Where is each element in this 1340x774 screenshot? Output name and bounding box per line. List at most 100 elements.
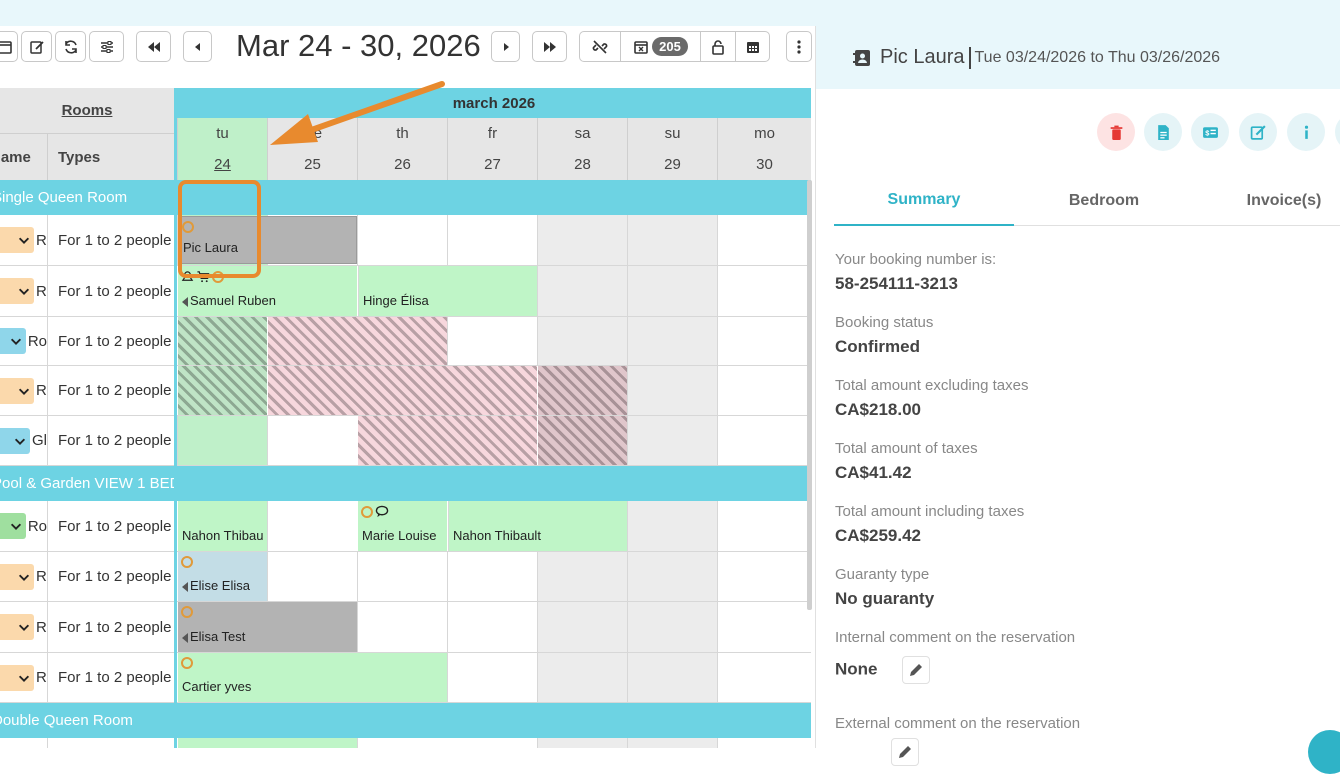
room-status-select[interactable] — [0, 614, 34, 640]
day-cell[interactable] — [717, 366, 811, 415]
day-cell[interactable] — [267, 501, 357, 551]
day-number-27[interactable]: 27 — [447, 149, 537, 180]
previous-week-button[interactable] — [136, 31, 171, 62]
floating-action-button[interactable] — [1308, 730, 1340, 774]
rooms-header-label[interactable]: Rooms — [62, 102, 113, 119]
booking-block[interactable]: Nahon Thibau — [178, 501, 267, 551]
day-cell[interactable] — [717, 215, 811, 265]
booking-block[interactable]: Nahon Thibault — [448, 501, 627, 551]
day-cell[interactable] — [447, 552, 537, 601]
room-name[interactable]: R — [36, 568, 47, 585]
filters-button[interactable] — [89, 31, 124, 62]
cancellations-button[interactable]: 205 — [620, 31, 700, 62]
day-cell[interactable] — [357, 602, 447, 652]
day-number-24[interactable]: 24 — [177, 149, 267, 180]
room-name[interactable]: R — [36, 232, 47, 249]
day-cell[interactable] — [267, 416, 357, 465]
day-number-29[interactable]: 29 — [627, 149, 717, 180]
lock-button[interactable] — [700, 31, 735, 62]
room-name[interactable]: R — [36, 382, 47, 399]
room-status-select[interactable] — [0, 328, 26, 354]
room-name[interactable]: R — [36, 619, 47, 636]
day-cell[interactable] — [627, 501, 717, 551]
room-name[interactable]: Ro — [28, 333, 47, 350]
day-cell[interactable] — [537, 738, 627, 748]
booking-block[interactable]: Cartier yves — [178, 653, 447, 702]
booking-block[interactable]: Elise Elisa — [178, 552, 267, 601]
tab-bedroom[interactable]: Bedroom — [1014, 176, 1194, 226]
day-cell[interactable] — [717, 738, 811, 748]
blocked-cell[interactable] — [268, 366, 537, 415]
delete-button[interactable] — [1097, 113, 1135, 151]
day-cell[interactable] — [537, 653, 627, 702]
month-view-button[interactable] — [735, 31, 770, 62]
edit-button[interactable] — [21, 31, 52, 62]
info-button[interactable] — [1287, 113, 1325, 151]
booking-block[interactable] — [178, 738, 357, 748]
day-cell[interactable] — [447, 653, 537, 702]
day-cell[interactable] — [447, 215, 537, 265]
edit-internal-comment-button[interactable] — [902, 656, 931, 684]
day-cell[interactable] — [537, 266, 627, 316]
room-status-select[interactable] — [0, 513, 26, 539]
document-button[interactable] — [1144, 113, 1182, 151]
day-cell[interactable] — [627, 266, 717, 316]
room-status-select[interactable] — [0, 664, 34, 691]
more-button[interactable] — [786, 31, 812, 62]
day-number-28[interactable]: 28 — [537, 149, 627, 180]
payment-button[interactable]: $ — [1191, 113, 1229, 151]
tab-invoices[interactable]: Invoice(s) — [1194, 176, 1340, 226]
tab-summary[interactable]: Summary — [834, 176, 1014, 226]
blocked-cell[interactable] — [178, 366, 267, 415]
day-cell[interactable] — [267, 552, 357, 601]
day-number-30[interactable]: 30 — [717, 149, 811, 180]
blocked-cell[interactable] — [358, 416, 537, 465]
room-status-select[interactable] — [0, 278, 34, 304]
day-cell[interactable] — [357, 215, 447, 265]
room-status-select[interactable] — [0, 563, 34, 590]
day-cell[interactable] — [447, 602, 537, 652]
grid-scrollbar[interactable] — [807, 180, 812, 610]
room-status-select[interactable] — [0, 227, 34, 253]
next-day-button[interactable] — [491, 31, 520, 62]
day-cell[interactable] — [627, 416, 717, 465]
unlink-button[interactable] — [579, 31, 620, 62]
day-cell[interactable] — [357, 552, 447, 601]
blocked-cell[interactable] — [268, 317, 447, 365]
blocked-cell[interactable] — [178, 317, 267, 365]
more-actions-button[interactable] — [1335, 113, 1340, 151]
blocked-cell[interactable] — [538, 366, 627, 415]
day-cell[interactable] — [627, 366, 717, 415]
day-cell[interactable] — [717, 653, 811, 702]
day-cell[interactable] — [537, 602, 627, 652]
room-status-select[interactable] — [0, 377, 34, 404]
refresh-button[interactable] — [55, 31, 86, 62]
day-cell[interactable] — [627, 738, 717, 748]
calendar-button[interactable] — [0, 31, 18, 62]
day-cell[interactable] — [177, 416, 267, 465]
edit-external-comment-button[interactable] — [891, 738, 919, 766]
day-cell[interactable] — [447, 317, 537, 365]
edit-booking-button[interactable] — [1239, 113, 1277, 151]
day-cell[interactable] — [627, 653, 717, 702]
day-cell[interactable] — [537, 552, 627, 601]
rooms-header[interactable]: Rooms — [0, 88, 174, 134]
blocked-cell[interactable] — [538, 416, 627, 465]
next-week-button[interactable] — [532, 31, 567, 62]
day-cell[interactable] — [717, 317, 811, 365]
previous-day-button[interactable] — [183, 31, 212, 62]
day-cell[interactable] — [627, 317, 717, 365]
room-status-select[interactable] — [0, 427, 30, 454]
day-cell[interactable] — [627, 552, 717, 601]
day-cell[interactable] — [537, 215, 627, 265]
booking-block[interactable]: Marie Louise — [358, 501, 447, 551]
day-cell[interactable] — [717, 552, 811, 601]
day-cell[interactable] — [717, 416, 811, 465]
day-cell[interactable] — [717, 501, 811, 551]
room-name[interactable]: Ro — [28, 518, 47, 535]
room-name[interactable]: Gl — [32, 432, 47, 449]
day-cell[interactable] — [537, 317, 627, 365]
day-cell[interactable] — [357, 738, 447, 748]
booking-block[interactable]: Hinge Élisa — [358, 266, 537, 316]
day-cell[interactable] — [717, 266, 811, 316]
